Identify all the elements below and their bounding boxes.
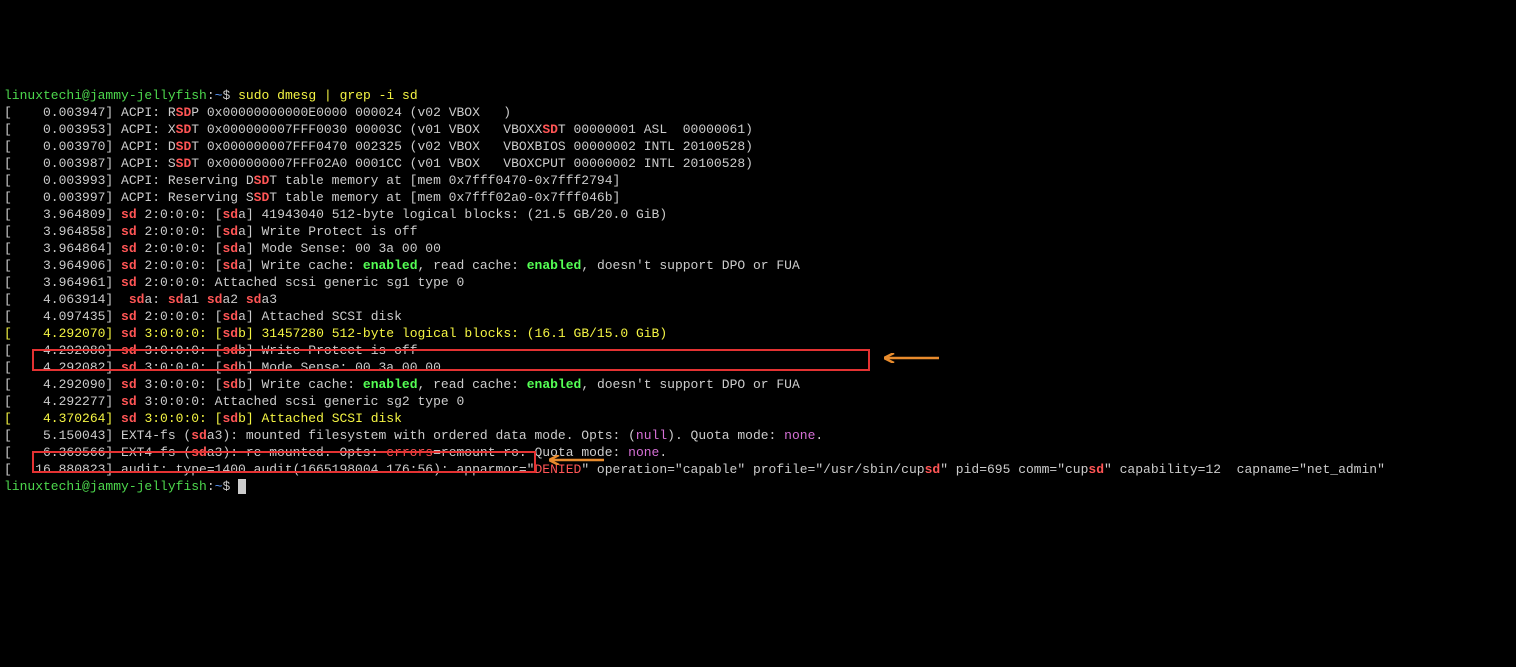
prompt-line[interactable]: linuxtechi@jammy-jellyfish:~$ sudo dmesg… [4,87,1512,104]
log-line: [ 4.370264] sd 3:0:0:0: [sdb] Attached S… [4,410,1512,427]
prompt-user: linuxtechi [4,88,82,103]
log-line: [ 3.964864] sd 2:0:0:0: [sda] Mode Sense… [4,240,1512,257]
log-line: [ 0.003997] ACPI: Reserving SSDT table m… [4,189,1512,206]
log-line: [ 4.292090] sd 3:0:0:0: [sdb] Write cach… [4,376,1512,393]
prompt-host: jammy-jellyfish [90,88,207,103]
log-output: [ 0.003947] ACPI: RSDP 0x00000000000E000… [4,104,1512,478]
log-line: [ 4.292070] sd 3:0:0:0: [sdb] 31457280 5… [4,325,1512,342]
log-line: [ 4.292080] sd 3:0:0:0: [sdb] Write Prot… [4,342,1512,359]
command-text: sudo dmesg | grep -i sd [238,88,418,103]
prompt-line-end[interactable]: linuxtechi@jammy-jellyfish:~$ [4,478,1512,495]
log-line: [ 16.880823] audit: type=1400 audit(1665… [4,461,1512,478]
prompt-symbol: $ [222,88,230,103]
log-line: [ 0.003970] ACPI: DSDT 0x000000007FFF047… [4,138,1512,155]
log-line: [ 4.097435] sd 2:0:0:0: [sda] Attached S… [4,308,1512,325]
log-line: [ 3.964906] sd 2:0:0:0: [sda] Write cach… [4,257,1512,274]
log-line: [ 6.369566] EXT4-fs (sda3): re-mounted. … [4,444,1512,461]
log-line: [ 4.063914] sda: sda1 sda2 sda3 [4,291,1512,308]
log-line: [ 0.003953] ACPI: XSDT 0x000000007FFF003… [4,121,1512,138]
log-line: [ 4.292082] sd 3:0:0:0: [sdb] Mode Sense… [4,359,1512,376]
cursor-icon [238,479,246,494]
log-line: [ 3.964809] sd 2:0:0:0: [sda] 41943040 5… [4,206,1512,223]
log-line: [ 3.964961] sd 2:0:0:0: Attached scsi ge… [4,274,1512,291]
log-line: [ 0.003993] ACPI: Reserving DSDT table m… [4,172,1512,189]
log-line: [ 0.003987] ACPI: SSDT 0x000000007FFF02A… [4,155,1512,172]
log-line: [ 4.292277] sd 3:0:0:0: Attached scsi ge… [4,393,1512,410]
log-line: [ 5.150043] EXT4-fs (sda3): mounted file… [4,427,1512,444]
log-line: [ 3.964858] sd 2:0:0:0: [sda] Write Prot… [4,223,1512,240]
log-line: [ 0.003947] ACPI: RSDP 0x00000000000E000… [4,104,1512,121]
terminal-output: linuxtechi@jammy-jellyfish:~$ sudo dmesg… [4,70,1512,580]
